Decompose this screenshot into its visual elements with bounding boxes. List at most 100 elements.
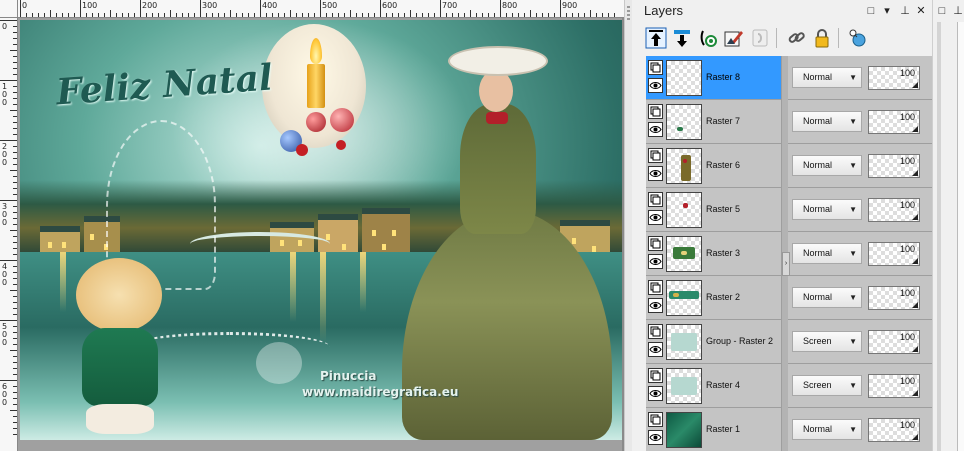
layer-type-icon[interactable] — [648, 148, 663, 163]
visibility-eye-icon[interactable] — [648, 342, 663, 357]
move-down-icon[interactable] — [670, 26, 694, 50]
opacity-field[interactable]: 100 — [868, 154, 920, 178]
ruler-tick — [13, 326, 17, 327]
blend-mode-select[interactable]: Normal ▼ — [792, 111, 862, 132]
opacity-slider-icon[interactable] — [912, 434, 918, 440]
visibility-eye-icon[interactable] — [648, 166, 663, 181]
move-up-icon[interactable] — [644, 26, 668, 50]
layer-type-icon[interactable] — [648, 324, 663, 339]
layer-type-icon[interactable] — [648, 280, 663, 295]
layer-type-icon[interactable] — [648, 192, 663, 207]
layer-type-icon[interactable] — [648, 368, 663, 383]
visibility-eye-icon[interactable] — [648, 210, 663, 225]
layer-name-cell[interactable]: Raster 7 — [646, 100, 782, 144]
layer-type-icon[interactable] — [648, 104, 663, 119]
layer-name-cell[interactable]: Raster 1 — [646, 408, 782, 451]
blend-mode-select[interactable]: Normal ▼ — [792, 419, 862, 440]
visibility-eye-icon[interactable] — [648, 430, 663, 445]
layer-row[interactable]: Raster 2 Normal ▼ 100 — [646, 276, 932, 320]
visibility-eye-icon[interactable] — [648, 298, 663, 313]
opacity-slider-icon[interactable] — [912, 126, 918, 132]
blend-mode-select[interactable]: Normal ▼ — [792, 243, 862, 264]
artwork-image[interactable]: Feliz Natal Pinuccia www.maidiregrafica.… — [20, 20, 622, 440]
layer-name-cell[interactable]: Group - Raster 2 — [646, 320, 782, 364]
blend-mode-value: Normal — [803, 204, 833, 214]
layer-name-cell[interactable]: Raster 5 — [646, 188, 782, 232]
opacity-value: 100 — [899, 332, 915, 342]
image-canvas-area[interactable]: 0 100 200 300 400 500 600 700 800 900 0 100 200 300 4… — [0, 0, 624, 451]
link-icon[interactable] — [784, 26, 808, 50]
ruler-tick — [512, 13, 513, 17]
opacity-field[interactable]: 100 — [868, 374, 920, 398]
layer-row[interactable]: Raster 5 Normal ▼ 100 — [646, 188, 932, 232]
ruler-tick — [0, 320, 17, 321]
ruler-tick — [128, 13, 129, 17]
blend-mode-select[interactable]: Screen ▼ — [792, 331, 862, 352]
opacity-field[interactable]: 100 — [868, 242, 920, 266]
ruler-label: 500 — [322, 1, 338, 10]
collapse-arrow-icon[interactable]: › — [782, 252, 790, 276]
opacity-slider-icon[interactable] — [912, 346, 918, 352]
blend-mode-select[interactable]: Normal ▼ — [792, 287, 862, 308]
restore-icon[interactable]: □ — [864, 4, 878, 18]
ruler-tick — [332, 13, 333, 17]
opacity-slider-icon[interactable] — [912, 170, 918, 176]
ruler-label: 300 — [202, 1, 218, 10]
layer-row[interactable]: Raster 1 Normal ▼ 100 — [646, 408, 932, 451]
layer-type-icon[interactable] — [648, 236, 663, 251]
watermark-url: www.maidiregrafica.eu — [302, 385, 459, 399]
layer-name-cell[interactable]: Raster 4 — [646, 364, 782, 408]
side-scrollbar[interactable] — [937, 22, 941, 451]
opacity-field[interactable]: 100 — [868, 418, 920, 442]
pin-icon[interactable]: ⊥ — [951, 4, 964, 18]
layer-name-cell[interactable]: Raster 2 — [646, 276, 782, 320]
ruler-tick — [13, 428, 17, 429]
ruler-tick — [164, 13, 165, 17]
opacity-field[interactable]: 100 — [868, 286, 920, 310]
properties-icon[interactable] — [696, 26, 720, 50]
layer-row[interactable]: Raster 4 Screen ▼ 100 — [646, 364, 932, 408]
dropdown-icon[interactable]: ▾ — [880, 4, 894, 18]
blend-mode-select[interactable]: Normal ▼ — [792, 199, 862, 220]
layer-name-cell[interactable]: Raster 6 — [646, 144, 782, 188]
blend-mode-select[interactable]: Normal ▼ — [792, 67, 862, 88]
chevron-down-icon: ▼ — [849, 425, 857, 434]
restore-icon[interactable]: □ — [935, 4, 949, 18]
layer-name: Raster 4 — [706, 380, 741, 390]
ruler-tick — [13, 434, 17, 435]
mask-icon[interactable] — [748, 26, 772, 50]
visibility-eye-icon[interactable] — [648, 78, 663, 93]
layer-row[interactable]: Raster 7 Normal ▼ 100 — [646, 100, 932, 144]
layer-row[interactable]: Raster 6 Normal ▼ 100 — [646, 144, 932, 188]
visibility-eye-icon[interactable] — [648, 122, 663, 137]
opacity-field[interactable]: 100 — [868, 330, 920, 354]
opacity-slider-icon[interactable] — [912, 214, 918, 220]
opacity-field[interactable]: 100 — [868, 110, 920, 134]
edit-icon[interactable] — [722, 26, 746, 50]
lock-icon[interactable] — [810, 26, 834, 50]
visibility-eye-icon[interactable] — [648, 254, 663, 269]
thumbnail-mark — [671, 333, 697, 351]
opacity-slider-icon[interactable] — [912, 82, 918, 88]
opacity-field[interactable]: 100 — [868, 66, 920, 90]
layer-name-cell[interactable]: Raster 3 — [646, 232, 782, 276]
layer-name-cell[interactable]: Raster 8 — [646, 56, 782, 100]
layer-type-icon[interactable] — [648, 60, 663, 75]
layer-row[interactable]: Group - Raster 2 Screen ▼ 100 — [646, 320, 932, 364]
pin-icon[interactable]: ⊥ — [898, 4, 912, 18]
blend-mode-select[interactable]: Normal ▼ — [792, 155, 862, 176]
opacity-slider-icon[interactable] — [912, 258, 918, 264]
layer-row[interactable]: Raster 8 Normal ▼ 100 — [646, 56, 932, 100]
opacity-field[interactable]: 100 — [868, 198, 920, 222]
layer-type-icon[interactable] — [648, 412, 663, 427]
opacity-slider-icon[interactable] — [912, 302, 918, 308]
blend-mode-select[interactable]: Screen ▼ — [792, 375, 862, 396]
opacity-slider-icon[interactable] — [912, 390, 918, 396]
close-icon[interactable]: ✕ — [914, 4, 928, 18]
layer-state-icons — [648, 192, 664, 228]
visibility-eye-icon[interactable] — [648, 386, 663, 401]
panel-splitter[interactable] — [624, 0, 632, 451]
view-icon[interactable] — [846, 26, 870, 50]
ruler-tick — [134, 13, 135, 17]
ruler-tick — [146, 13, 147, 17]
